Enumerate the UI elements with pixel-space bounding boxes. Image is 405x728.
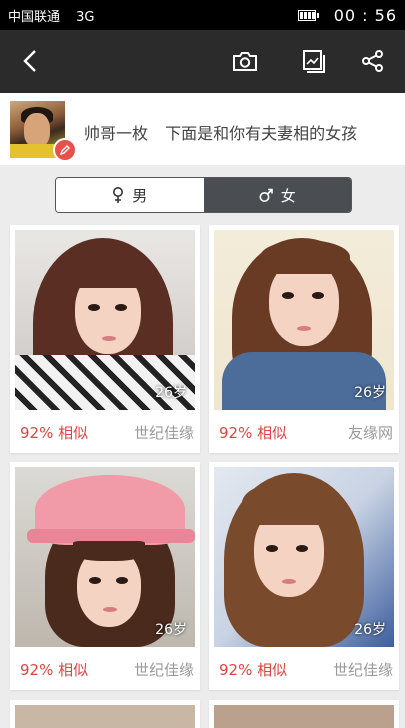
female-symbol-icon	[113, 187, 124, 203]
match-photo[interactable]: 26岁	[15, 230, 195, 410]
match-card[interactable]: 26岁 92% 相似 世纪佳缘	[10, 462, 200, 690]
match-card[interactable]: 26岁 92% 相似 世纪佳缘	[209, 462, 399, 690]
match-card-partial[interactable]	[209, 700, 399, 728]
tab-male-label: 男	[132, 186, 148, 205]
source-label: 世纪佳缘	[133, 424, 194, 442]
match-photo[interactable]: 26岁	[214, 467, 394, 647]
status-bar: 中国联通 3G 00 : 56	[0, 0, 405, 30]
user-name: 帅哥一枚	[84, 124, 149, 143]
match-photo[interactable]: 26岁	[214, 230, 394, 410]
share-button[interactable]	[358, 46, 388, 76]
male-symbol-icon	[259, 188, 273, 202]
clock: 00 : 56	[333, 5, 397, 25]
status-left: 中国联通 3G	[8, 6, 107, 25]
top-toolbar	[0, 30, 405, 93]
user-header: 帅哥一枚 下面是和你有夫妻相的女孩	[0, 93, 405, 165]
avatar-container[interactable]	[10, 101, 77, 162]
share-icon	[362, 50, 383, 72]
match-photo[interactable]	[15, 705, 195, 728]
age-badge: 26岁	[155, 385, 187, 401]
status-right: 00 : 56	[297, 5, 397, 25]
edit-avatar-button[interactable]	[53, 138, 77, 162]
source-label: 世纪佳缘	[332, 661, 393, 679]
match-card[interactable]: 26岁 92% 相似 世纪佳缘	[10, 225, 200, 453]
tab-female-label: 女	[280, 186, 296, 205]
age-badge: 26岁	[354, 385, 386, 401]
carrier-label: 中国联通	[8, 9, 61, 25]
camera-icon	[233, 52, 257, 71]
camera-button[interactable]	[230, 46, 260, 76]
result-caption: 下面是和你有夫妻相的女孩	[165, 124, 358, 143]
battery-icon	[297, 9, 319, 21]
network-label: 3G	[76, 9, 95, 25]
tab-female[interactable]: 女	[203, 178, 351, 212]
gallery-button[interactable]	[298, 46, 328, 76]
age-badge: 26岁	[354, 622, 386, 638]
similarity-label: 92% 相似	[20, 424, 89, 442]
similarity-label: 92% 相似	[20, 661, 89, 679]
match-info: 92% 相似 友缘网	[219, 422, 393, 443]
tab-male[interactable]: 男	[56, 178, 204, 212]
pen-icon	[59, 145, 70, 156]
back-button[interactable]	[15, 46, 45, 76]
match-card[interactable]: 26岁 92% 相似 友缘网	[209, 225, 399, 453]
match-info: 92% 相似 世纪佳缘	[20, 422, 194, 443]
source-label: 友缘网	[347, 424, 393, 442]
match-card-partial[interactable]	[10, 700, 200, 728]
source-label: 世纪佳缘	[133, 661, 194, 679]
back-arrow-icon	[23, 50, 36, 72]
gender-toggle: 男 女	[55, 177, 352, 213]
gallery-icon	[303, 50, 325, 73]
match-photo[interactable]	[214, 705, 394, 728]
similarity-label: 92% 相似	[219, 424, 288, 442]
user-caption: 帅哥一枚 下面是和你有夫妻相的女孩	[84, 120, 357, 144]
age-badge: 26岁	[155, 622, 187, 638]
match-photo[interactable]: 26岁	[15, 467, 195, 647]
match-info: 92% 相似 世纪佳缘	[219, 659, 393, 680]
match-info: 92% 相似 世纪佳缘	[20, 659, 194, 680]
similarity-label: 92% 相似	[219, 661, 288, 679]
